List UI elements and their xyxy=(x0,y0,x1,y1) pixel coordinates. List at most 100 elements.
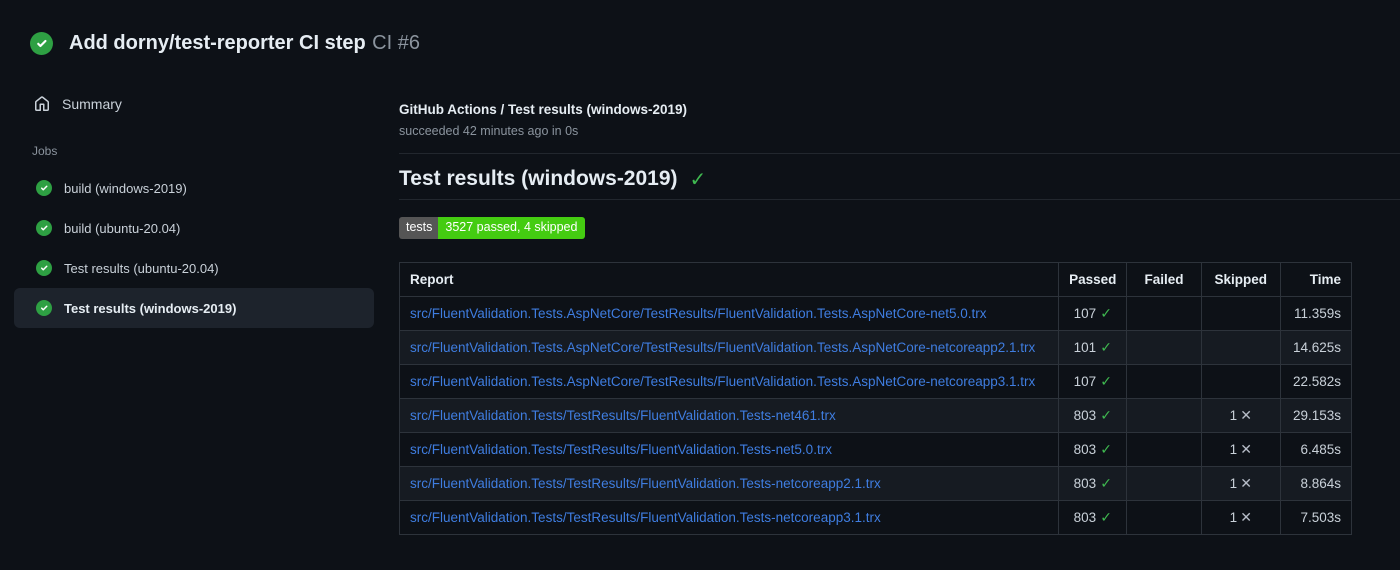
table-row: src/FluentValidation.Tests/TestResults/F… xyxy=(398,499,1352,535)
sidebar-job-item[interactable]: Test results (windows-2019) xyxy=(14,288,374,328)
time-cell: 14.625s xyxy=(1280,329,1352,365)
success-check-circle-icon xyxy=(36,300,52,316)
check-icon: ✓ xyxy=(689,169,707,191)
failed-cell xyxy=(1126,431,1202,467)
sidebar-job-item[interactable]: build (ubuntu-20.04) xyxy=(14,208,374,248)
skipped-cell: ✕ xyxy=(1200,363,1282,399)
table-row: src/FluentValidation.Tests/TestResults/F… xyxy=(398,397,1352,433)
column-header-report: Report xyxy=(398,261,1060,297)
time-cell: 22.582s xyxy=(1280,363,1352,399)
column-header-time: Time xyxy=(1280,261,1352,297)
failed-cell xyxy=(1126,499,1202,535)
sidebar: Summary Jobs build (windows-2019) build … xyxy=(0,86,390,328)
failed-cell xyxy=(1126,329,1202,365)
success-check-circle-icon xyxy=(36,260,52,276)
time-cell: 29.153s xyxy=(1280,397,1352,433)
badge-label: tests xyxy=(399,217,439,239)
report-heading: Test results (windows-2019) ✓ xyxy=(399,167,1400,200)
job-label: Test results (windows-2019) xyxy=(64,300,237,316)
report-cell: src/FluentValidation.Tests/TestResults/F… xyxy=(398,431,1060,467)
success-check-circle-icon xyxy=(30,32,53,55)
skipped-count: 1 xyxy=(1229,441,1238,457)
column-header-passed: Passed xyxy=(1058,261,1128,297)
passed-count: 107 xyxy=(1073,305,1097,321)
x-icon: ✕ xyxy=(1240,406,1252,423)
failed-cell xyxy=(1126,397,1202,433)
test-results-table: Report Passed Failed Skipped Time src/Fl… xyxy=(398,261,1352,535)
report-link[interactable]: src/FluentValidation.Tests.AspNetCore/Te… xyxy=(410,340,1035,355)
report-link[interactable]: src/FluentValidation.Tests.AspNetCore/Te… xyxy=(410,374,1035,389)
job-list: build (windows-2019) build (ubuntu-20.04… xyxy=(0,168,390,328)
check-icon: ✓ xyxy=(1100,474,1112,491)
run-header: Add dorny/test-reporter CI step CI #6 xyxy=(30,32,420,55)
passed-cell: 107 ✓ xyxy=(1058,295,1128,331)
skipped-count: 1 xyxy=(1229,407,1238,423)
table-row: src/FluentValidation.Tests/TestResults/F… xyxy=(398,465,1352,501)
passed-cell: 803 ✓ xyxy=(1058,465,1128,501)
report-link[interactable]: src/FluentValidation.Tests.AspNetCore/Te… xyxy=(410,306,987,321)
skipped-count: 1 xyxy=(1229,475,1238,491)
x-icon: ✕ xyxy=(1240,440,1252,457)
report-link[interactable]: src/FluentValidation.Tests/TestResults/F… xyxy=(410,476,881,491)
badge-value: 3527 passed, 4 skipped xyxy=(438,217,586,239)
skipped-count: 1 xyxy=(1229,509,1238,525)
report-cell: src/FluentValidation.Tests.AspNetCore/Te… xyxy=(398,363,1060,399)
passed-cell: 107 ✓ xyxy=(1058,363,1128,399)
sidebar-job-item[interactable]: Test results (ubuntu-20.04) xyxy=(14,248,374,288)
passed-count: 803 xyxy=(1073,407,1097,423)
report-cell: src/FluentValidation.Tests.AspNetCore/Te… xyxy=(398,295,1060,331)
skipped-cell: 1 ✕ xyxy=(1200,499,1282,535)
passed-count: 101 xyxy=(1073,339,1097,355)
passed-cell: 803 ✓ xyxy=(1058,499,1128,535)
report-cell: src/FluentValidation.Tests/TestResults/F… xyxy=(398,465,1060,501)
table-row: src/FluentValidation.Tests/TestResults/F… xyxy=(398,431,1352,467)
skipped-cell: 1 ✕ xyxy=(1200,431,1282,467)
report-title: Test results (windows-2019) xyxy=(399,167,678,190)
passed-cell: 101 ✓ xyxy=(1058,329,1128,365)
report-link[interactable]: src/FluentValidation.Tests/TestResults/F… xyxy=(410,510,881,525)
time-cell: 6.485s xyxy=(1280,431,1352,467)
job-label: Test results (ubuntu-20.04) xyxy=(64,260,219,276)
failed-cell xyxy=(1126,363,1202,399)
check-icon: ✓ xyxy=(1100,304,1112,321)
skipped-cell: ✕ xyxy=(1200,295,1282,331)
column-header-failed: Failed xyxy=(1126,261,1202,297)
report-cell: src/FluentValidation.Tests/TestResults/F… xyxy=(398,397,1060,433)
failed-cell xyxy=(1126,465,1202,501)
table-row: src/FluentValidation.Tests.AspNetCore/Te… xyxy=(398,363,1352,399)
time-cell: 8.864s xyxy=(1280,465,1352,501)
passed-count: 107 xyxy=(1073,373,1097,389)
table-row: src/FluentValidation.Tests.AspNetCore/Te… xyxy=(398,329,1352,365)
failed-cell xyxy=(1126,295,1202,331)
check-run-title: GitHub Actions / Test results (windows-2… xyxy=(399,102,688,117)
check-icon: ✓ xyxy=(1100,338,1112,355)
tests-badge: tests 3527 passed, 4 skipped xyxy=(399,217,586,239)
success-check-circle-icon xyxy=(36,180,52,196)
sidebar-item-summary[interactable]: Summary xyxy=(0,86,390,122)
check-icon: ✓ xyxy=(1100,440,1112,457)
passed-count: 803 xyxy=(1073,441,1097,457)
sidebar-job-item[interactable]: build (windows-2019) xyxy=(14,168,374,208)
check-icon: ✓ xyxy=(1100,508,1112,525)
job-label: build (ubuntu-20.04) xyxy=(64,220,181,236)
skipped-cell: 1 ✕ xyxy=(1200,465,1282,501)
passed-count: 803 xyxy=(1073,475,1097,491)
summary-label: Summary xyxy=(62,96,122,112)
check-run-status: succeeded 42 minutes ago in 0s xyxy=(399,124,579,138)
table-header-row: Report Passed Failed Skipped Time xyxy=(398,261,1352,297)
column-header-skipped: Skipped xyxy=(1200,261,1282,297)
check-run-header: GitHub Actions / Test results (windows-2… xyxy=(399,0,1400,154)
passed-cell: 803 ✓ xyxy=(1058,397,1128,433)
job-label: build (windows-2019) xyxy=(64,180,187,196)
check-icon: ✓ xyxy=(1100,406,1112,423)
run-title: Add dorny/test-reporter CI step xyxy=(69,32,366,54)
main-content: GitHub Actions / Test results (windows-2… xyxy=(398,0,1400,535)
report-cell: src/FluentValidation.Tests/TestResults/F… xyxy=(398,499,1060,535)
time-cell: 7.503s xyxy=(1280,499,1352,535)
report-link[interactable]: src/FluentValidation.Tests/TestResults/F… xyxy=(410,442,832,457)
table-body: src/FluentValidation.Tests.AspNetCore/Te… xyxy=(398,295,1352,535)
home-icon xyxy=(35,96,49,111)
report-link[interactable]: src/FluentValidation.Tests/TestResults/F… xyxy=(410,408,836,423)
jobs-section-label: Jobs xyxy=(32,144,58,158)
skipped-cell: ✕ xyxy=(1200,329,1282,365)
